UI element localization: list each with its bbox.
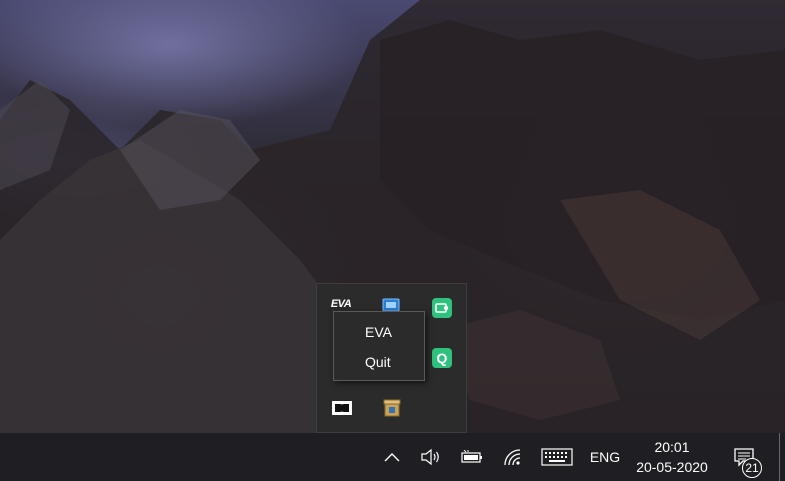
wifi-icon: [504, 449, 521, 466]
show-desktop-divider[interactable]: [779, 433, 780, 481]
green-app-icon: [432, 298, 452, 318]
clock-time: 20:01: [654, 439, 690, 455]
dolby-tray-icon[interactable]: [331, 397, 353, 419]
network-button[interactable]: [500, 433, 526, 481]
eva-logo: EVA: [330, 298, 352, 310]
chevron-up-icon: [384, 453, 400, 462]
input-language-button[interactable]: ENG: [586, 433, 624, 481]
taskbar: ENG 20:01 20-05-2020: [0, 433, 785, 481]
battery-icon: [461, 450, 482, 463]
green-app-tray-icon[interactable]: [431, 297, 453, 319]
show-hidden-icons-button[interactable]: [379, 433, 405, 481]
touch-keyboard-button[interactable]: [539, 433, 575, 481]
dolby-icon: [332, 401, 352, 415]
package-tray-icon[interactable]: [381, 397, 403, 419]
green-q-icon: Q: [432, 348, 452, 368]
battery-button[interactable]: [458, 433, 486, 481]
menu-item-eva[interactable]: EVA: [334, 317, 424, 347]
svg-text:Q: Q: [437, 350, 448, 366]
clock-button[interactable]: 20:01 20-05-2020: [630, 433, 714, 481]
speaker-icon: [421, 448, 439, 466]
notification-count-badge: 21: [742, 458, 762, 478]
green-q-tray-icon[interactable]: Q: [431, 347, 453, 369]
volume-button[interactable]: [418, 433, 444, 481]
package-icon: [383, 399, 401, 417]
clock-date: 20-05-2020: [636, 459, 708, 475]
menu-item-quit[interactable]: Quit: [334, 347, 424, 377]
keyboard-icon: [541, 448, 573, 466]
language-label: ENG: [589, 449, 621, 465]
context-menu: EVA Quit: [333, 311, 425, 381]
